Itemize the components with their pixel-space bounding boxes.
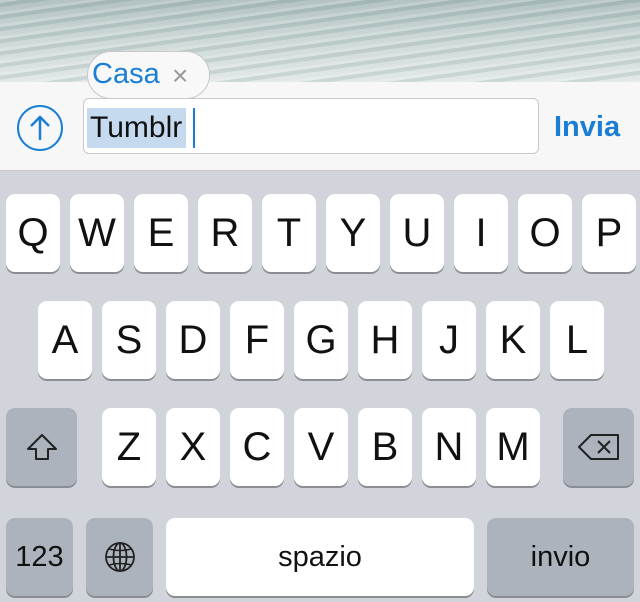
text-cursor (193, 108, 195, 148)
key-y[interactable]: Y (326, 194, 380, 272)
tag-label: Casa (92, 58, 160, 90)
shift-icon[interactable] (6, 408, 77, 486)
keyboard: Q W E R T Y U I O P A S D F G H J K L Z … (0, 171, 640, 602)
send-button[interactable]: Invia (554, 111, 620, 144)
key-p[interactable]: P (582, 194, 636, 272)
key-n[interactable]: N (422, 408, 476, 486)
key-r[interactable]: R (198, 194, 252, 272)
globe-icon[interactable] (86, 518, 153, 596)
key-m[interactable]: M (486, 408, 540, 486)
space-key[interactable]: spazio (166, 518, 474, 596)
key-s[interactable]: S (102, 301, 156, 379)
key-q[interactable]: Q (6, 194, 60, 272)
key-z[interactable]: Z (102, 408, 156, 486)
key-u[interactable]: U (390, 194, 444, 272)
key-i[interactable]: I (454, 194, 508, 272)
key-c[interactable]: C (230, 408, 284, 486)
backspace-icon[interactable] (563, 408, 634, 486)
key-g[interactable]: G (294, 301, 348, 379)
key-l[interactable]: L (550, 301, 604, 379)
key-d[interactable]: D (166, 301, 220, 379)
key-x[interactable]: X (166, 408, 220, 486)
key-w[interactable]: W (70, 194, 124, 272)
key-k[interactable]: K (486, 301, 540, 379)
key-f[interactable]: F (230, 301, 284, 379)
key-b[interactable]: B (358, 408, 412, 486)
key-j[interactable]: J (422, 301, 476, 379)
tag-remove-icon[interactable]: × (172, 60, 188, 92)
upload-arrow-icon[interactable] (17, 105, 63, 151)
return-key[interactable]: invio (487, 518, 634, 596)
key-a[interactable]: A (38, 301, 92, 379)
key-h[interactable]: H (358, 301, 412, 379)
key-v[interactable]: V (294, 408, 348, 486)
key-o[interactable]: O (518, 194, 572, 272)
key-t[interactable]: T (262, 194, 316, 272)
key-e[interactable]: E (134, 194, 188, 272)
numbers-key[interactable]: 123 (6, 518, 73, 596)
tag-input-value: Tumblr (87, 108, 187, 148)
